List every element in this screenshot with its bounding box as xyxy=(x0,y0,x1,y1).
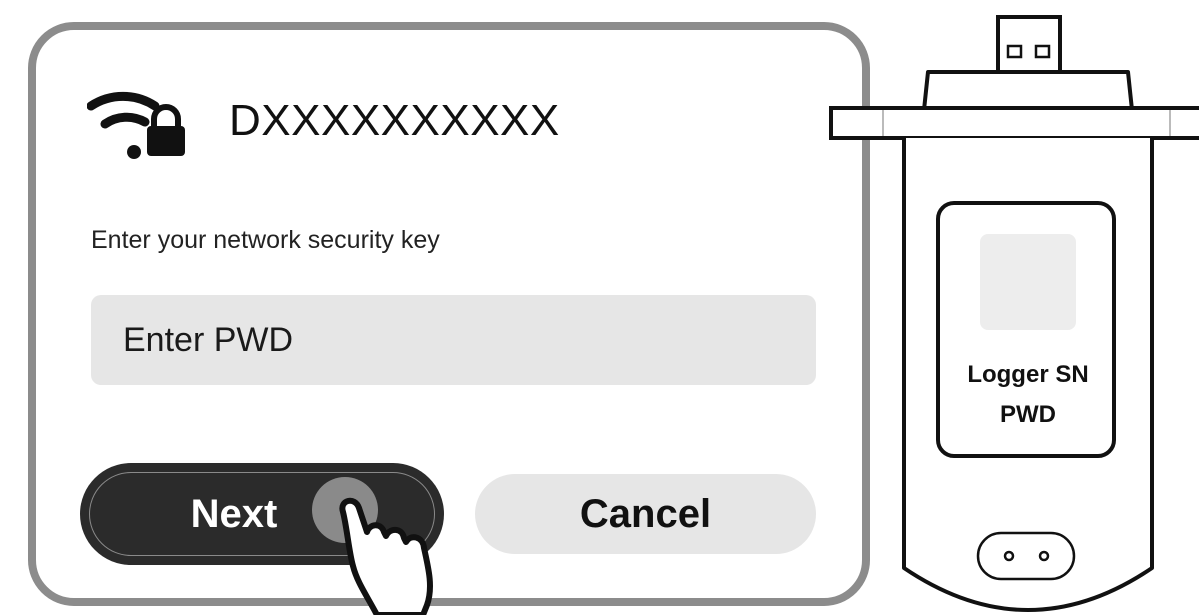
security-key-prompt: Enter your network security key xyxy=(91,226,440,254)
cancel-button-label: Cancel xyxy=(579,491,712,536)
logger-pwd-text: PWD xyxy=(1000,401,1056,428)
hand-pointer-icon xyxy=(312,477,434,615)
wifi-lock-icon xyxy=(87,91,185,159)
logger-sn-label: Logger SN PWD xyxy=(940,355,1116,435)
logger-sn-text: Logger SN xyxy=(967,361,1089,388)
next-button-label: Next xyxy=(190,491,278,536)
network-name: DXXXXXXXXXX xyxy=(229,96,560,145)
password-input[interactable]: Enter PWD xyxy=(91,295,816,385)
password-placeholder: Enter PWD xyxy=(123,320,294,359)
cancel-button[interactable]: Cancel xyxy=(475,474,816,554)
logger-device-illustration xyxy=(829,15,1199,612)
